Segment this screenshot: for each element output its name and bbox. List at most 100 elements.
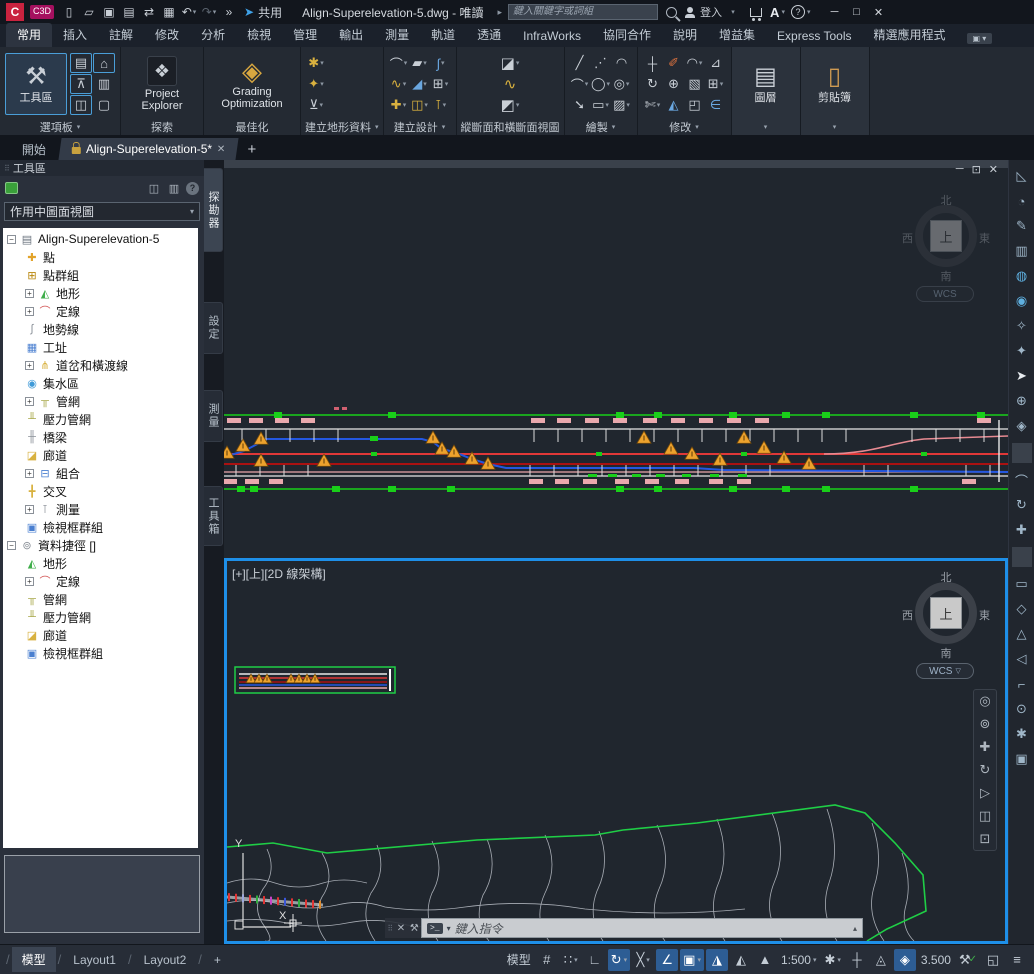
new-file-icon[interactable]: ▯ ▾: [60, 3, 78, 21]
object-snap-icon[interactable]: ▣ ▾: [680, 949, 704, 971]
save-as-icon[interactable]: ▤ ▾: [120, 3, 138, 21]
arc-icon[interactable]: ⌒ ▾: [570, 74, 590, 94]
panorama-icon[interactable]: ▥: [93, 74, 115, 94]
project-explorer-button[interactable]: ❖ Project Explorer: [126, 53, 198, 115]
palette-grip[interactable]: ⠿: [4, 164, 9, 173]
tree-item-turnouts-crossovers[interactable]: + ⋔ 道岔和橫渡線: [3, 356, 198, 374]
tree-item-feature-lines[interactable]: ∫ 地勢線: [3, 320, 198, 338]
erase-icon[interactable]: ✐ ▾: [664, 53, 684, 73]
tree-expander[interactable]: +: [25, 577, 34, 586]
tree-item-alignments[interactable]: + ⌒ 定線: [3, 302, 198, 320]
tab-survey[interactable]: 測量: [204, 390, 223, 442]
tree-expander[interactable]: +: [25, 307, 34, 316]
point-create-icon[interactable]: ✧: [1012, 316, 1032, 336]
profile-create-icon[interactable]: ∿ ▾: [389, 74, 409, 94]
tree-item-view-frame-groups[interactable]: ▣ 檢視框群組: [3, 518, 198, 536]
panel-footer-palettes[interactable]: 選項板▾: [0, 118, 120, 135]
tree-item-ds-pipe-networks[interactable]: ╥ 管網: [3, 590, 198, 608]
viewport-controls-label[interactable]: [+][上][2D 線架構]: [232, 565, 326, 582]
autodesk-app-button[interactable]: A ▾: [770, 5, 785, 20]
透通[interactable]: 透通: [466, 23, 512, 47]
title-expand-arrow[interactable]: ▸: [498, 7, 503, 18]
fillet-icon[interactable]: ◠ ▾: [685, 53, 705, 73]
tab-toolbox[interactable]: 工具箱: [204, 486, 223, 546]
layout-tab-model[interactable]: 模型: [12, 947, 56, 972]
tree-item-point-groups[interactable]: ⊞ 點群組: [3, 266, 198, 284]
輸出[interactable]: 輸出: [328, 23, 374, 47]
superelevation-band-view[interactable]: [224, 170, 1008, 552]
pan-icon[interactable]: ⊚: [980, 716, 991, 732]
layout-tab-2[interactable]: Layout2: [134, 949, 197, 971]
tree-item-ds-pressure-networks[interactable]: ╨ 壓力管網: [3, 608, 198, 626]
panel-footer-design[interactable]: 建立設計▾: [384, 118, 456, 135]
event-viewer-icon[interactable]: ▤: [70, 53, 92, 73]
section-views-icon[interactable]: ◩ ▾: [500, 95, 520, 115]
ribbon-display-toggle[interactable]: ▣ ▾: [967, 33, 993, 44]
常用[interactable]: 常用: [6, 23, 52, 47]
tree-item-ds-surfaces[interactable]: ◭ 地形: [3, 554, 198, 572]
measure-icon[interactable]: ◈: [1012, 416, 1032, 436]
elevation-layers-icon[interactable]: ◈ ▾: [894, 949, 916, 971]
print-icon[interactable]: ▦ ▾: [160, 3, 178, 21]
panorama-display-icon[interactable]: ▥: [166, 181, 182, 195]
zoom-realtime-icon[interactable]: ⊕: [1012, 391, 1032, 411]
InfraWorks[interactable]: InfraWorks: [512, 26, 592, 47]
alignment-create-icon[interactable]: ⌒ ▾: [389, 53, 409, 73]
tree-expander[interactable]: +: [25, 361, 34, 370]
clean-screen-icon[interactable]: ◱ ▾: [982, 949, 1004, 971]
tree-item-surfaces[interactable]: + ◭ 地形: [3, 284, 198, 302]
diamond-tool-icon[interactable]: ◇: [1012, 599, 1032, 619]
polyline-icon[interactable]: ➘ ▾: [570, 95, 590, 115]
tree-expander[interactable]: −: [7, 541, 16, 550]
viewport-top[interactable]: 北 西 上 東 南 WCS: [224, 170, 1008, 552]
object-snap-tracking-icon[interactable]: ∠ ▾: [656, 949, 678, 971]
feature-line-create-icon[interactable]: ∫ ▾: [431, 53, 451, 73]
viewport-scale-value[interactable]: 1:500 ▾: [778, 949, 820, 971]
triangle-left-icon[interactable]: ◁: [1012, 649, 1032, 669]
mass-haul-icon[interactable]: ⊻ ▾: [306, 95, 326, 115]
share-button[interactable]: ➤ 共用: [244, 4, 282, 21]
說明[interactable]: 說明: [662, 23, 708, 47]
插入[interactable]: 插入: [52, 23, 98, 47]
properties-palette-icon[interactable]: ◫: [70, 95, 92, 115]
分析[interactable]: 分析: [190, 23, 236, 47]
minimize-button[interactable]: ─: [824, 3, 844, 21]
viewcube-bottom[interactable]: 北 西 上 東 南 WCS▽: [902, 569, 990, 687]
corridor-create-icon[interactable]: ◫ ▾: [410, 95, 430, 115]
arc-tool-icon[interactable]: ⌒: [1012, 470, 1032, 490]
tab-settings[interactable]: 設定: [204, 302, 223, 354]
angle-tool-icon[interactable]: ⌐: [1012, 674, 1032, 694]
tree-item-intersections[interactable]: ╋ 交叉: [3, 482, 198, 500]
toolspace-button[interactable]: ⚒ 工具區: [5, 53, 67, 115]
grading-optimization-button[interactable]: ◈ Grading Optimization: [209, 53, 295, 115]
survey-toolspace-icon[interactable]: ⊼: [70, 74, 92, 94]
layout-tab-new[interactable]: +: [204, 949, 231, 971]
settings-star-icon[interactable]: ✱: [1012, 724, 1032, 744]
tree-expander[interactable]: +: [25, 397, 34, 406]
管理[interactable]: 管理: [282, 23, 328, 47]
grading-create-icon[interactable]: ◢ ▾: [410, 74, 430, 94]
tree-item-pipe-networks[interactable]: + ╥ 管網: [3, 392, 198, 410]
help-button[interactable]: ? ▾: [791, 5, 811, 19]
assembly-create-icon[interactable]: ⊞ ▾: [431, 74, 451, 94]
recent-commands-icon[interactable]: ▾: [447, 924, 451, 933]
tree-item-drawing-root[interactable]: − ▤ Align-Superelevation-5: [3, 230, 198, 248]
layout-tab-1[interactable]: Layout1: [63, 949, 126, 971]
協同合作[interactable]: 協同合作: [592, 23, 662, 47]
rectangle-icon[interactable]: ▭ ▾: [591, 95, 611, 115]
trim-icon[interactable]: ✄ ▾: [643, 95, 663, 115]
polar-tracking-icon[interactable]: ↻ ▾: [608, 949, 630, 971]
triangle-up-icon[interactable]: △: [1012, 624, 1032, 644]
command-input[interactable]: 鍵入指令: [455, 920, 849, 937]
annotation-visibility-icon[interactable]: ◮ ▾: [706, 949, 728, 971]
tree-item-points[interactable]: ✚ 點: [3, 248, 198, 266]
offset-icon[interactable]: ∈ ▾: [706, 95, 726, 115]
start-tab[interactable]: 開始: [8, 138, 59, 160]
toolspace-titlebar[interactable]: ⠿ 工具區: [0, 160, 204, 176]
graphics-performance-icon[interactable]: ◬ ▾: [870, 949, 892, 971]
command-prompt-icon[interactable]: >_: [427, 923, 443, 934]
circle-tool-icon[interactable]: ⊙: [1012, 699, 1032, 719]
maximize-button[interactable]: □: [846, 3, 866, 21]
pipe-network-create-icon[interactable]: ⊺ ▾: [431, 95, 451, 115]
修改[interactable]: 修改: [144, 23, 190, 47]
